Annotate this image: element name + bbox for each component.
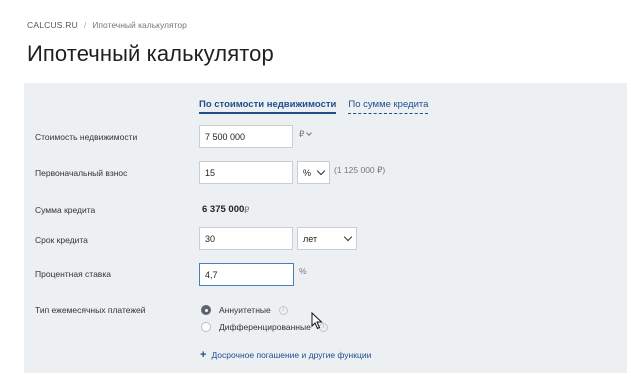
early-repayment-link[interactable]: + Досрочное погашение и другие функции [200,349,371,361]
interest-rate-unit: % [299,266,307,276]
property-cost-currency-dropdown[interactable]: ₽ [299,129,313,140]
loan-amount-value: 6 375 000 [202,204,245,215]
chevron-down-icon [343,232,353,242]
payment-type-annuity-option[interactable]: Аннуитетные i [201,305,288,315]
breadcrumb: CALCUS.RU / Ипотечный калькулятор [27,20,187,30]
payment-type-label: Тип ежемесячных платежей [35,305,146,315]
differentiated-option-label: Дифференцированные [219,322,311,332]
annuity-option-label: Аннуитетные [219,305,271,315]
breadcrumb-current: Ипотечный калькулятор [92,20,187,30]
loan-amount-label: Сумма кредита [35,205,96,215]
page-title: Ипотечный калькулятор [27,41,274,66]
radio-unchecked[interactable] [201,322,211,332]
interest-rate-input[interactable]: 4,7 [199,263,294,286]
property-cost-input[interactable]: 7 500 000 [199,125,293,148]
interest-rate-label: Процентная ставка [35,269,111,279]
loan-term-input[interactable]: 30 [199,227,293,250]
breadcrumb-site-link[interactable]: CALCUS.RU [27,20,78,30]
early-repayment-link-label: Досрочное погашение и другие функции [211,350,372,360]
loan-term-unit-select[interactable]: лет [297,227,357,250]
info-icon[interactable]: i [278,305,288,315]
payment-type-differentiated-option[interactable]: Дифференцированные i [201,322,328,332]
calc-mode-tabs: По стоимости недвижимости По сумме креди… [199,99,429,114]
down-payment-unit-select[interactable]: % [297,161,330,184]
tab-by-loan-amount[interactable]: По сумме кредита [348,99,429,114]
radio-checked[interactable] [201,305,211,315]
down-payment-unit-value: % [303,167,312,178]
chevron-down-icon [306,130,313,136]
down-payment-hint: (1 125 000 ₽) [334,165,386,175]
property-cost-currency: ₽ [299,129,305,139]
down-payment-label: Первоначальный взнос [35,168,128,178]
loan-term-unit-value: лет [303,233,318,244]
chevron-down-icon [316,166,326,176]
down-payment-input[interactable]: 15 [199,161,293,184]
property-cost-label: Стоимость недвижимости [35,132,138,142]
mouse-pointer-icon [311,312,323,330]
loan-amount-currency: ₽ [244,205,250,215]
breadcrumb-separator: / [83,20,87,30]
plus-icon: + [200,349,207,361]
tab-by-property-cost[interactable]: По стоимости недвижимости [199,99,337,114]
loan-term-label: Срок кредита [35,235,88,245]
